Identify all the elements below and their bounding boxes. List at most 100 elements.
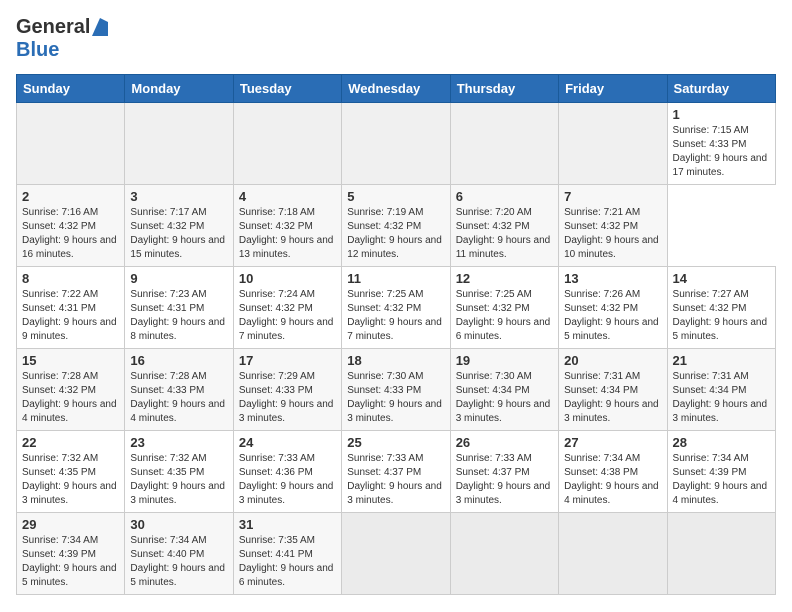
day-number: 1: [673, 107, 770, 122]
day-info: Sunrise: 7:28 AMSunset: 4:32 PMDaylight:…: [22, 370, 119, 426]
calendar-dow-tuesday: Tuesday: [233, 75, 341, 103]
calendar-dow-sunday: Sunday: [17, 75, 125, 103]
day-number: 14: [673, 271, 770, 286]
day-info: Sunrise: 7:22 AMSunset: 4:31 PMDaylight:…: [22, 288, 119, 344]
calendar-week-3: 8 Sunrise: 7:22 AMSunset: 4:31 PMDaylight…: [17, 267, 776, 349]
calendar-day-4: 4Sunrise: 7:18 AMSunset: 4:32 PMDaylight…: [233, 185, 341, 267]
calendar-empty: [559, 513, 667, 595]
day-number: 2: [22, 189, 119, 204]
day-info: Sunrise: 7:28 AMSunset: 4:33 PMDaylight:…: [130, 370, 227, 426]
day-number: 10: [239, 271, 336, 286]
calendar-empty: [450, 103, 558, 185]
day-number: 27: [564, 435, 661, 450]
day-number: 28: [673, 435, 770, 450]
calendar-day-7: 7Sunrise: 7:21 AMSunset: 4:32 PMDaylight…: [559, 185, 667, 267]
day-info: Sunrise: 7:31 AMSunset: 4:34 PMDaylight:…: [673, 370, 770, 426]
calendar-day-26: 26 Sunrise: 7:33 AMSunset: 4:37 PMDayligh…: [450, 431, 558, 513]
day-number: 30: [130, 517, 227, 532]
day-number: 26: [456, 435, 553, 450]
calendar-dow-monday: Monday: [125, 75, 233, 103]
day-info: Sunrise: 7:33 AMSunset: 4:36 PMDaylight:…: [239, 452, 336, 508]
calendar-empty: [125, 103, 233, 185]
calendar-day-16: 16Sunrise: 7:28 AMSunset: 4:33 PMDayligh…: [125, 349, 233, 431]
calendar-day-2: 2 Sunrise: 7:16 AMSunset: 4:32 PMDaylight…: [17, 185, 125, 267]
calendar-week-2: 2 Sunrise: 7:16 AMSunset: 4:32 PMDaylight…: [17, 185, 776, 267]
day-info: Sunrise: 7:25 AMSunset: 4:32 PMDaylight:…: [347, 288, 444, 344]
calendar-day-29: 29 Sunrise: 7:34 AMSunset: 4:39 PMDayligh…: [17, 513, 125, 595]
day-number: 11: [347, 271, 444, 286]
calendar-day-23: 23Sunrise: 7:32 AMSunset: 4:35 PMDayligh…: [125, 431, 233, 513]
day-info: Sunrise: 7:32 AMSunset: 4:35 PMDaylight:…: [22, 452, 119, 508]
calendar-day-3: 3 Sunrise: 7:17 AMSunset: 4:32 PMDaylight…: [125, 185, 233, 267]
calendar-day-14: 14 Sunrise: 7:27 AMSunset: 4:32 PMDayligh…: [667, 267, 775, 349]
day-number: 4: [239, 189, 336, 204]
day-info: Sunrise: 7:29 AMSunset: 4:33 PMDaylight:…: [239, 370, 336, 426]
day-info: Sunrise: 7:30 AMSunset: 4:33 PMDaylight:…: [347, 370, 444, 426]
day-info: Sunrise: 7:27 AMSunset: 4:32 PMDaylight:…: [673, 288, 770, 344]
day-info: Sunrise: 7:34 AMSunset: 4:39 PMDaylight:…: [673, 452, 770, 508]
calendar-day-11: 11 Sunrise: 7:25 AMSunset: 4:32 PMDayligh…: [342, 267, 450, 349]
logo-icon: [92, 18, 108, 36]
day-number: 8: [22, 271, 119, 286]
calendar-dow-thursday: Thursday: [450, 75, 558, 103]
calendar-day-19: 19 Sunrise: 7:30 AMSunset: 4:34 PMDayligh…: [450, 349, 558, 431]
day-number: 3: [130, 189, 227, 204]
calendar-empty: [233, 103, 341, 185]
calendar-day-12: 12Sunrise: 7:25 AMSunset: 4:32 PMDayligh…: [450, 267, 558, 349]
day-info: Sunrise: 7:35 AMSunset: 4:41 PMDaylight:…: [239, 534, 336, 590]
calendar-day-30: 30 Sunrise: 7:34 AMSunset: 4:40 PMDayligh…: [125, 513, 233, 595]
calendar-week-6: 29 Sunrise: 7:34 AMSunset: 4:39 PMDayligh…: [17, 513, 776, 595]
day-number: 21: [673, 353, 770, 368]
calendar-empty: [450, 513, 558, 595]
calendar-day-24: 24 Sunrise: 7:33 AMSunset: 4:36 PMDayligh…: [233, 431, 341, 513]
calendar-day-17: 17 Sunrise: 7:29 AMSunset: 4:33 PMDayligh…: [233, 349, 341, 431]
day-info: Sunrise: 7:33 AMSunset: 4:37 PMDaylight:…: [456, 452, 553, 508]
calendar-table: SundayMondayTuesdayWednesdayThursdayFrid…: [16, 74, 776, 595]
calendar-day-28: 28 Sunrise: 7:34 AMSunset: 4:39 PMDayligh…: [667, 431, 775, 513]
calendar-day-25: 25Sunrise: 7:33 AMSunset: 4:37 PMDayligh…: [342, 431, 450, 513]
day-info: Sunrise: 7:26 AMSunset: 4:32 PMDaylight:…: [564, 288, 661, 344]
calendar-day-31: 31Sunrise: 7:35 AMSunset: 4:41 PMDayligh…: [233, 513, 341, 595]
day-number: 13: [564, 271, 661, 286]
page-container: General Blue SundayMondayTuesdayWednesda…: [0, 0, 792, 603]
day-info: Sunrise: 7:34 AMSunset: 4:39 PMDaylight:…: [22, 534, 119, 590]
day-info: Sunrise: 7:15 AMSunset: 4:33 PMDaylight:…: [673, 124, 770, 180]
day-info: Sunrise: 7:34 AMSunset: 4:38 PMDaylight:…: [564, 452, 661, 508]
calendar-dow-saturday: Saturday: [667, 75, 775, 103]
header: General Blue: [16, 16, 776, 62]
calendar-day-10: 10 Sunrise: 7:24 AMSunset: 4:32 PMDayligh…: [233, 267, 341, 349]
calendar-day-13: 13 Sunrise: 7:26 AMSunset: 4:32 PMDayligh…: [559, 267, 667, 349]
calendar-header-row: SundayMondayTuesdayWednesdayThursdayFrid…: [17, 75, 776, 103]
day-info: Sunrise: 7:30 AMSunset: 4:34 PMDaylight:…: [456, 370, 553, 426]
calendar-empty: [559, 103, 667, 185]
day-info: Sunrise: 7:21 AMSunset: 4:32 PMDaylight:…: [564, 206, 661, 262]
calendar-week-4: 15 Sunrise: 7:28 AMSunset: 4:32 PMDayligh…: [17, 349, 776, 431]
day-info: Sunrise: 7:16 AMSunset: 4:32 PMDaylight:…: [22, 206, 119, 262]
day-number: 25: [347, 435, 444, 450]
day-info: Sunrise: 7:34 AMSunset: 4:40 PMDaylight:…: [130, 534, 227, 590]
calendar-empty: [342, 103, 450, 185]
calendar-day-9: 9 Sunrise: 7:23 AMSunset: 4:31 PMDaylight…: [125, 267, 233, 349]
calendar-day-22: 22 Sunrise: 7:32 AMSunset: 4:35 PMDayligh…: [17, 431, 125, 513]
calendar-empty: [17, 103, 125, 185]
day-info: Sunrise: 7:17 AMSunset: 4:32 PMDaylight:…: [130, 206, 227, 262]
day-number: 22: [22, 435, 119, 450]
day-info: Sunrise: 7:31 AMSunset: 4:34 PMDaylight:…: [564, 370, 661, 426]
logo: General Blue: [16, 16, 108, 62]
day-number: 24: [239, 435, 336, 450]
day-info: Sunrise: 7:24 AMSunset: 4:32 PMDaylight:…: [239, 288, 336, 344]
calendar-day-21: 21 Sunrise: 7:31 AMSunset: 4:34 PMDayligh…: [667, 349, 775, 431]
day-number: 12: [456, 271, 553, 286]
day-number: 18: [347, 353, 444, 368]
day-number: 15: [22, 353, 119, 368]
calendar-day-6: 6Sunrise: 7:20 AMSunset: 4:32 PMDaylight…: [450, 185, 558, 267]
calendar-dow-wednesday: Wednesday: [342, 75, 450, 103]
calendar-dow-friday: Friday: [559, 75, 667, 103]
day-number: 9: [130, 271, 227, 286]
day-number: 20: [564, 353, 661, 368]
calendar-empty: [667, 513, 775, 595]
day-number: 29: [22, 517, 119, 532]
day-info: Sunrise: 7:23 AMSunset: 4:31 PMDaylight:…: [130, 288, 227, 344]
day-number: 17: [239, 353, 336, 368]
day-number: 19: [456, 353, 553, 368]
